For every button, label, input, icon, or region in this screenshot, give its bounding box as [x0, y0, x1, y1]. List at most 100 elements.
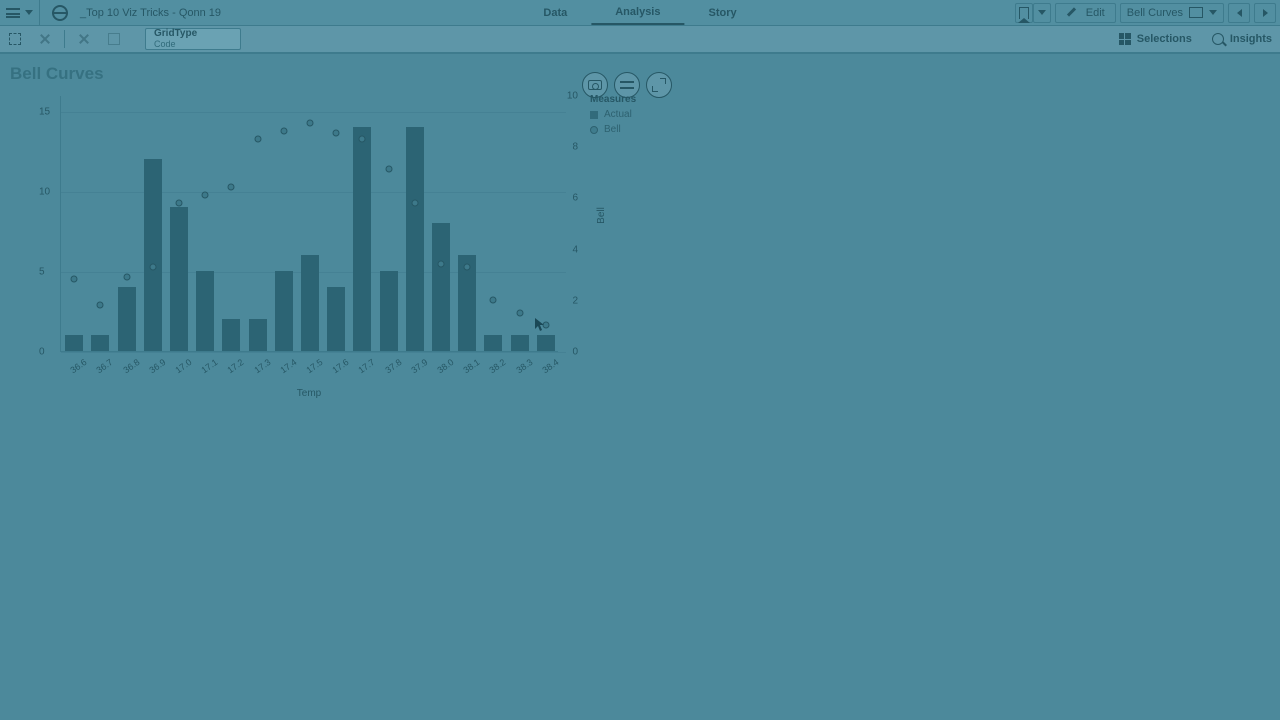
bookmark-button[interactable] [1015, 3, 1033, 23]
x-tick: 38.2 [488, 357, 508, 375]
app-title: _Top 10 Viz Tricks - Qonn 19 [80, 7, 221, 19]
menu-button[interactable] [0, 0, 40, 25]
field-caption: GridType [154, 29, 232, 39]
legend-swatch-square [590, 111, 598, 119]
tab-story[interactable]: Story [684, 0, 760, 25]
bar[interactable] [118, 287, 136, 351]
bar[interactable] [222, 319, 240, 351]
selections-label: Selections [1137, 33, 1192, 45]
scatter-point[interactable] [385, 166, 392, 173]
scatter-point[interactable] [307, 120, 314, 127]
legend-item[interactable]: Bell [590, 124, 636, 135]
y2-axis-label: Bell [596, 207, 607, 224]
x-tick: 17.2 [226, 357, 246, 375]
x-tick: 38.1 [462, 357, 482, 375]
x-tick: 17.1 [200, 357, 220, 375]
sheet-icon [1189, 7, 1203, 18]
scatter-point[interactable] [228, 184, 235, 191]
legend-item[interactable]: Actual [590, 109, 636, 120]
scatter-point[interactable] [542, 322, 549, 329]
y-tick: 15 [39, 107, 50, 118]
x-tick: 36.6 [68, 357, 88, 375]
step-back-button[interactable] [30, 26, 60, 52]
bar[interactable] [537, 335, 555, 351]
y2-tick: 0 [572, 347, 578, 358]
x-tick: 17.5 [304, 357, 324, 375]
bar[interactable] [249, 319, 267, 351]
y2-tick: 2 [572, 295, 578, 306]
step-forward-button[interactable] [69, 26, 99, 52]
scatter-point[interactable] [464, 263, 471, 270]
bar[interactable] [353, 127, 371, 351]
next-sheet-button[interactable] [1254, 3, 1276, 23]
chevron-down-icon [1209, 10, 1217, 15]
chart-card[interactable]: Bell Curves 051015024681036.636.736.836.… [8, 60, 632, 390]
legend-title: Measures [590, 94, 636, 105]
x-tick: 36.9 [147, 357, 167, 375]
bar[interactable] [327, 287, 345, 351]
y2-tick: 10 [567, 91, 578, 102]
scatter-point[interactable] [254, 135, 261, 142]
x-tick: 37.9 [409, 357, 429, 375]
y-tick: 0 [39, 347, 45, 358]
scatter-point[interactable] [149, 263, 156, 270]
chevron-left-icon [1237, 9, 1242, 17]
scatter-point[interactable] [359, 135, 366, 142]
bookmark-icon [1019, 7, 1029, 19]
bar[interactable] [511, 335, 529, 351]
scatter-point[interactable] [71, 276, 78, 283]
tab-analysis[interactable]: Analysis [591, 0, 684, 25]
edit-button[interactable]: Edit [1055, 3, 1116, 23]
scatter-point[interactable] [438, 260, 445, 267]
bar[interactable] [196, 271, 214, 351]
scatter-point[interactable] [490, 296, 497, 303]
bar[interactable] [65, 335, 83, 351]
x-axis-label: Temp [60, 388, 558, 399]
x-tick: 17.3 [252, 357, 272, 375]
bar[interactable] [301, 255, 319, 351]
bar[interactable] [170, 207, 188, 351]
scatter-point[interactable] [516, 309, 523, 316]
x-tick: 17.7 [357, 357, 377, 375]
selection-field[interactable]: GridType Code [145, 28, 241, 50]
smart-search-button[interactable] [0, 26, 30, 52]
bar[interactable] [275, 271, 293, 351]
sheet-picker[interactable]: Bell Curves [1120, 3, 1224, 23]
bar[interactable] [91, 335, 109, 351]
prev-sheet-button[interactable] [1228, 3, 1250, 23]
scatter-point[interactable] [333, 130, 340, 137]
x-tick: 17.6 [331, 357, 351, 375]
bar[interactable] [432, 223, 450, 351]
scatter-point[interactable] [175, 199, 182, 206]
selections-tool-button[interactable]: Selections [1119, 33, 1192, 45]
scatter-point[interactable] [202, 191, 209, 198]
hamburger-icon [6, 8, 20, 18]
edit-label: Edit [1086, 7, 1105, 19]
scatter-point[interactable] [97, 301, 104, 308]
chart-plot-area[interactable]: 051015024681036.636.736.836.917.017.117.… [60, 96, 558, 352]
bar[interactable] [484, 335, 502, 351]
clear-selections-button[interactable] [99, 26, 129, 52]
fullscreen-button[interactable] [646, 72, 672, 98]
scatter-point[interactable] [411, 199, 418, 206]
bar[interactable] [406, 127, 424, 351]
y-tick: 10 [39, 187, 50, 198]
x-tick: 36.7 [95, 357, 115, 375]
x-tick: 38.4 [540, 357, 560, 375]
insights-button[interactable]: Insights [1212, 33, 1272, 45]
scatter-point[interactable] [123, 273, 130, 280]
x-tick: 38.0 [435, 357, 455, 375]
chevron-down-icon [25, 10, 33, 15]
legend-swatch-circle [590, 126, 598, 134]
bar[interactable] [380, 271, 398, 351]
selections-icon [1119, 33, 1131, 45]
x-tick: 36.8 [121, 357, 141, 375]
y-axis-label: Actual [0, 202, 1, 230]
bar[interactable] [144, 159, 162, 351]
tab-data[interactable]: Data [519, 0, 591, 25]
globe-icon [52, 5, 68, 21]
sliders-icon [620, 79, 634, 91]
camera-icon [588, 80, 602, 90]
bookmark-dropdown[interactable] [1033, 3, 1051, 23]
scatter-point[interactable] [280, 127, 287, 134]
